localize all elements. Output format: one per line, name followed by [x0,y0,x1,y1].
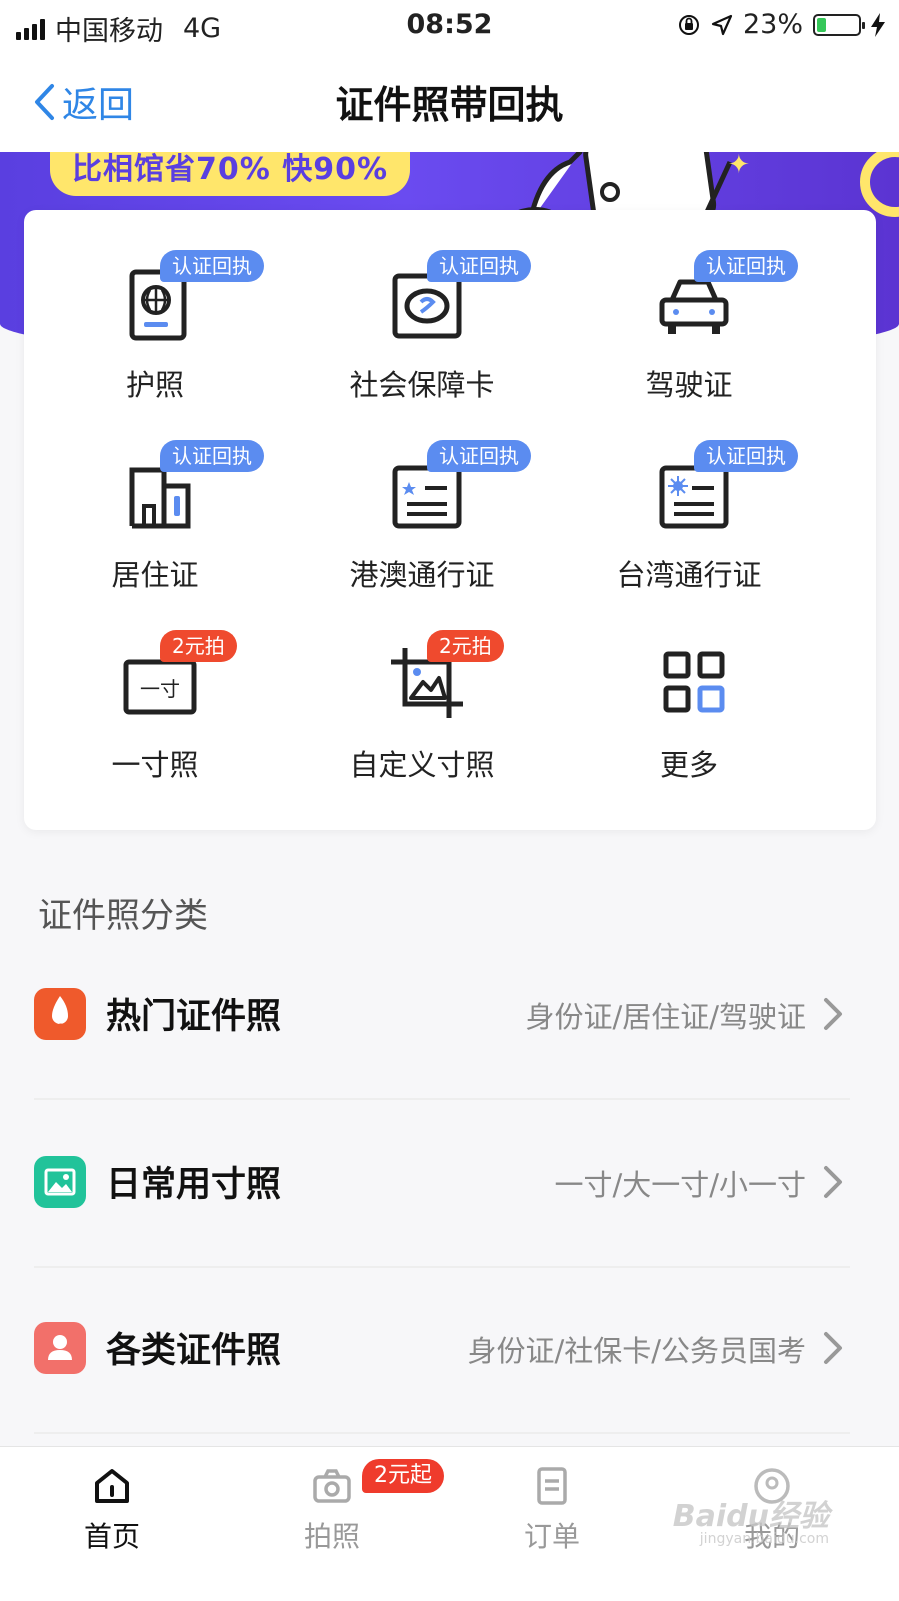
service-taiwan-permit[interactable]: 认证回执 台湾通行证 [564,440,814,622]
category-title: 日常用寸照 [106,1165,282,1205]
chevron-right-icon [824,1166,842,1198]
custom-crop-icon: 2元拍 [387,630,504,722]
one-inch-photo-icon: 一寸 2元拍 [120,630,237,722]
service-tag: 认证回执 [160,250,264,282]
service-label: 更多 [659,748,718,782]
sparkle-icon: ✦ [728,152,750,180]
category-title: 热门证件照 [106,997,282,1037]
tab-orders[interactable]: 订单 [477,1465,627,1575]
grid-icon [654,642,734,722]
category-subtitle: 身份证/居住证/驾驶证 [525,1000,806,1034]
svg-text:一寸: 一寸 [140,677,180,701]
watermark-url: jingyan.baidu.com [699,1531,829,1547]
camera-price-badge: 2元起 [362,1459,444,1493]
service-grid-card: 认证回执 护照 认证回执 社会保障卡 认证回执 驾驶证 认证回执 居住证 认证回… [24,210,876,830]
banner-slogan: 比相馆省70% 快90% [50,152,411,196]
status-right: 23% [677,9,885,40]
building-icon: 认证回执 [120,440,264,532]
passport-icon: 认证回执 [120,250,264,342]
service-label: 港澳通行证 [349,558,495,592]
battery-icon [813,13,865,36]
tab-label: 订单 [523,1520,580,1553]
orientation-lock-icon [678,14,699,35]
service-custom-size-photo[interactable]: 2元拍 自定义寸照 [297,630,547,812]
category-row-all-id[interactable]: 各类证件照 身份证/社保卡/公务员国考 [34,1300,850,1410]
person-icon [34,1322,86,1374]
location-arrow-icon [711,14,733,35]
tab-label: 拍照 [303,1520,360,1553]
battery-percent: 23% [742,9,803,40]
watermark-logo: Baidu经验 [672,1499,829,1534]
category-subtitle: 身份证/社保卡/公务员国考 [467,1334,806,1368]
social-security-card-icon: 认证回执 [387,250,531,342]
service-label: 自定义寸照 [349,748,495,782]
nav-bar: 返回 证件照带回执 [0,50,899,152]
service-driver-license[interactable]: 认证回执 驾驶证 [564,250,814,432]
tab-label: 首页 [83,1520,140,1553]
service-label: 驾驶证 [645,368,733,402]
service-tag: 认证回执 [427,250,531,282]
chevron-right-icon [824,998,842,1030]
service-label: 社会保障卡 [349,368,495,402]
category-subtitle: 一寸/大一寸/小一寸 [554,1168,806,1202]
service-label: 护照 [125,368,184,402]
service-hk-macau-permit[interactable]: 认证回执 港澳通行证 [297,440,547,622]
taiwan-permit-icon: 认证回执 [654,440,798,532]
status-bar: 中国移动 4G 08:52 23% [0,0,899,50]
home-icon [95,1469,129,1503]
hk-macau-permit-icon: 认证回执 [387,440,531,532]
service-label: 居住证 [111,558,199,592]
tab-home[interactable]: 首页 [37,1465,187,1575]
service-label: 一寸照 [111,748,199,782]
service-social-security-card[interactable]: 认证回执 社会保障卡 [297,250,547,432]
service-tag: 认证回执 [694,440,798,472]
bottom-tab-bar: 首页 拍照 2元起 订单 我的 Baidu经验 jingyan.baidu.co… [0,1446,899,1601]
service-passport[interactable]: 认证回执 护照 [30,250,280,432]
service-tag: 认证回执 [160,440,264,472]
divider [34,1266,850,1268]
service-one-inch-photo[interactable]: 一寸 2元拍 一寸照 [30,630,280,812]
service-tag: 认证回执 [427,440,531,472]
category-row-hot[interactable]: HOT 热门证件照 身份证/居住证/驾驶证 [34,966,850,1076]
category-row-daily[interactable]: 日常用寸照 一寸/大一寸/小一寸 [34,1134,850,1244]
camera-icon [313,1469,351,1503]
divider [34,1432,850,1434]
page-title: 证件照带回执 [335,83,564,127]
service-tag: 2元拍 [160,630,237,662]
service-label: 台湾通行证 [616,558,762,592]
image-icon [34,1156,86,1208]
hot-fire-icon: HOT [34,988,86,1040]
order-icon [537,1467,567,1505]
charging-bolt-icon [871,12,885,37]
divider [34,1098,850,1100]
chevron-right-icon [824,1332,842,1364]
car-icon: 认证回执 [654,250,798,342]
category-title: 各类证件照 [106,1331,282,1371]
service-residence-permit[interactable]: 认证回执 居住证 [30,440,280,622]
service-tag: 认证回执 [694,250,798,282]
service-more[interactable]: 更多 [564,642,814,812]
svg-text:HOT: HOT [49,1023,71,1033]
section-title: 证件照分类 [38,896,208,936]
service-tag: 2元拍 [427,630,504,662]
